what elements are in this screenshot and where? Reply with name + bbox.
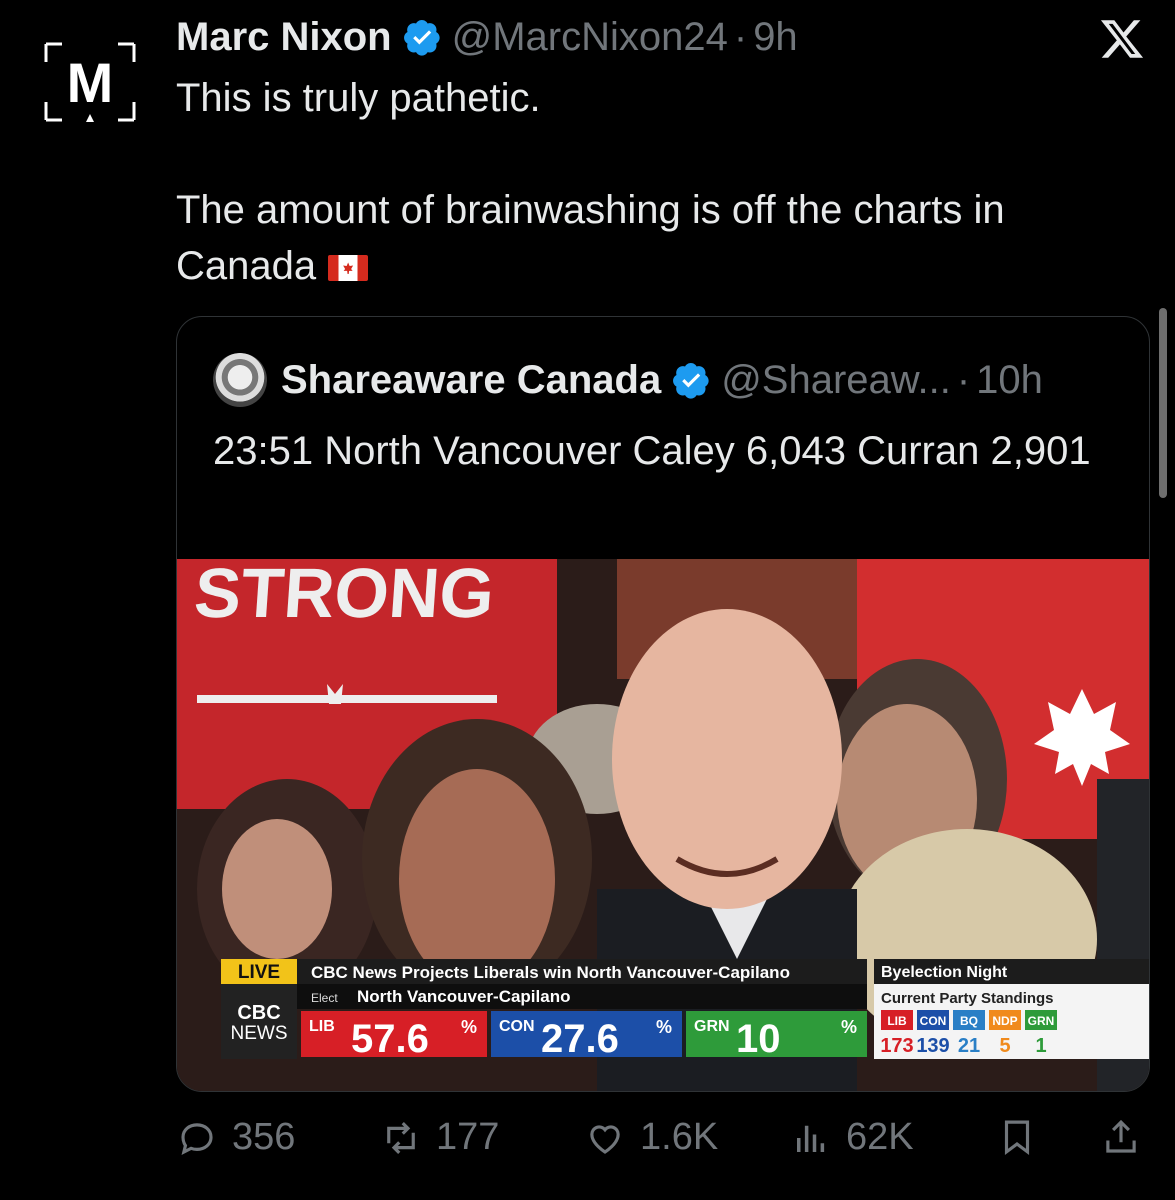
author-name[interactable]: Marc Nixon [176, 15, 392, 60]
author-handle[interactable]: @MarcNixon24 [452, 15, 728, 60]
quoted-handle[interactable]: @Shareaw... [721, 358, 951, 403]
reply-count: 356 [232, 1116, 296, 1158]
quoted-avatar[interactable] [213, 353, 267, 407]
quoted-tweet[interactable]: Shareaware Canada @Shareaw... · 10h 23:5… [176, 316, 1150, 1092]
quoted-author-name[interactable]: Shareaware Canada [281, 358, 661, 403]
views-icon [797, 1125, 825, 1152]
result-party-label: LIB [309, 1018, 335, 1035]
result-con: CON 27.6% [491, 1011, 682, 1061]
repost-icon [387, 1121, 415, 1154]
scrollbar[interactable] [1159, 308, 1167, 498]
author-avatar[interactable]: M [42, 40, 138, 124]
share-icon [1106, 1119, 1136, 1153]
result-lib: LIB 57.6% [301, 1011, 487, 1061]
quoted-media-image[interactable]: STRONG LIVE CBC News Projects Liberals w… [177, 559, 1149, 1091]
standing-seats: 173 [880, 1035, 913, 1057]
tweet-header: Marc Nixon @MarcNixon24 · 9h [176, 12, 798, 62]
x-logo-icon[interactable] [1099, 16, 1145, 62]
result-value: 57.6 [351, 1017, 429, 1061]
broadcast-scene: STRONG LIVE CBC News Projects Liberals w… [177, 559, 1149, 1091]
result-value: 27.6 [541, 1017, 619, 1061]
standing-seats: 1 [1035, 1035, 1046, 1057]
standing-seats: 139 [916, 1035, 949, 1057]
live-label: LIVE [238, 962, 280, 983]
tweet-body: This is truly pathetic. The amount of br… [176, 70, 1126, 294]
tweet-line-2: The amount of brainwashing is off the ch… [176, 188, 1005, 232]
avatar-letter: M [67, 51, 114, 114]
like-button[interactable]: 1.6K [584, 1116, 718, 1159]
riding-name: North Vancouver-Capilano [357, 987, 570, 1006]
standing-party-label: BQ [960, 1014, 978, 1028]
canada-flag-icon [328, 255, 369, 282]
share-button[interactable] [1100, 1116, 1156, 1158]
standing-seats: 21 [958, 1035, 980, 1057]
heart-icon [590, 1124, 620, 1154]
verified-badge-icon [673, 363, 709, 399]
standing-party-label: CON [920, 1014, 947, 1028]
result-unit: % [461, 1017, 477, 1037]
reply-icon [181, 1122, 213, 1155]
verified-badge-icon [403, 20, 440, 56]
standing-party-label: LIB [887, 1014, 907, 1028]
broadcast-headline: CBC News Projects Liberals win North Van… [311, 963, 790, 982]
repost-button[interactable]: 177 [380, 1116, 499, 1159]
result-party-label: GRN [694, 1018, 730, 1035]
repost-count: 177 [436, 1116, 500, 1158]
network-logo-line2: NEWS [231, 1023, 288, 1044]
reply-button[interactable]: 356 [176, 1116, 295, 1159]
result-unit: % [656, 1017, 672, 1037]
quoted-time[interactable]: 10h [976, 358, 1043, 403]
side-title: Byelection Night [881, 964, 1008, 981]
standings-title: Current Party Standings [881, 990, 1054, 1007]
standing-seats: 5 [999, 1035, 1010, 1057]
elect-label: Elect [311, 991, 338, 1005]
tweet-line-1: This is truly pathetic. [176, 76, 541, 120]
tweet-line-3: Canada [176, 238, 1126, 294]
network-logo-line1: CBC [237, 1002, 280, 1024]
bookmark-button[interactable] [996, 1116, 1052, 1158]
standing-party-label: GRN [1028, 1014, 1055, 1028]
standing-party-label: NDP [992, 1014, 1017, 1028]
sign-text: STRONG [192, 559, 497, 632]
views-button[interactable]: 62K [790, 1116, 914, 1159]
separator-dot: · [956, 357, 971, 402]
bookmark-icon [1004, 1120, 1030, 1156]
quoted-header: Shareaware Canada @Shareaw... · 10h [213, 353, 1043, 407]
result-grn: GRN 10% [686, 1011, 867, 1061]
result-value: 10 [736, 1017, 781, 1061]
separator-dot: · [733, 14, 748, 59]
result-party-label: CON [499, 1018, 535, 1035]
like-count: 1.6K [640, 1116, 719, 1158]
tweet-time[interactable]: 9h [753, 15, 798, 60]
views-count: 62K [846, 1116, 914, 1158]
quoted-text: 23:51 North Vancouver Caley 6,043 Curran… [213, 429, 1091, 473]
result-unit: % [841, 1017, 857, 1037]
